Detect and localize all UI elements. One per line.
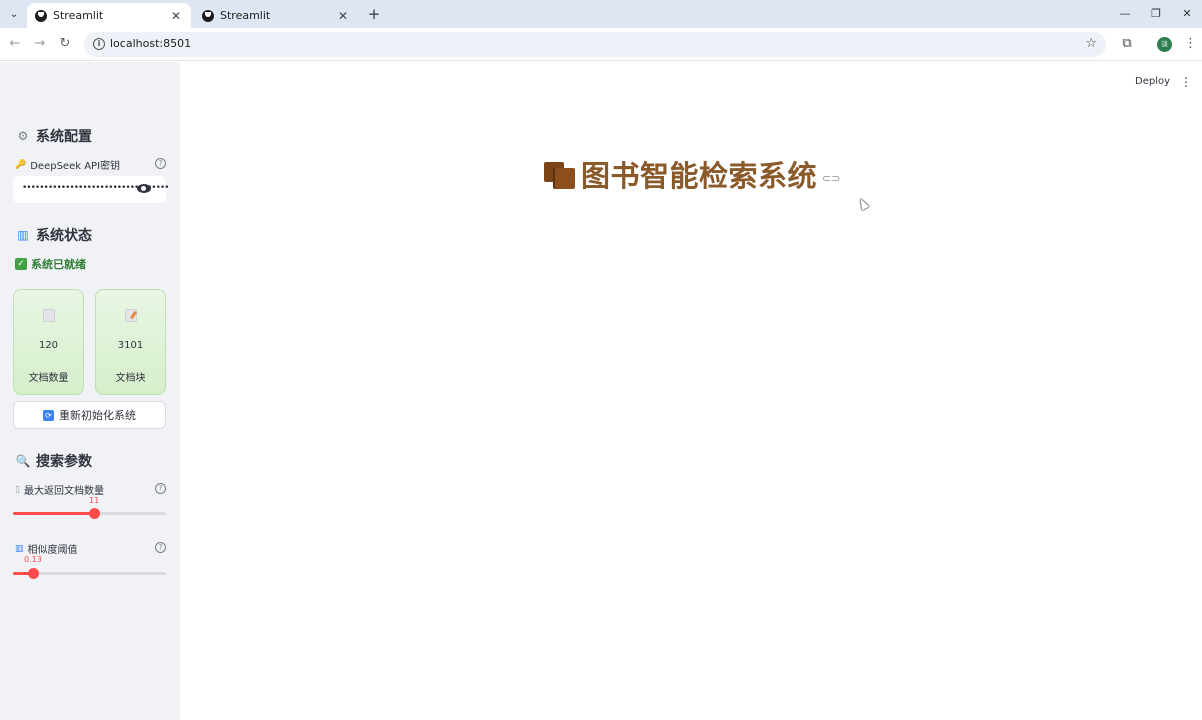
status-section-title: ▥ 系统状态 bbox=[15, 225, 92, 245]
config-title-text: 系统配置 bbox=[36, 129, 92, 145]
similarity-slider-value: 0.13 bbox=[23, 555, 42, 564]
anchor-link-icon[interactable]: ⊂⊃ bbox=[822, 172, 840, 185]
search-params-title-text: 搜索参数 bbox=[36, 454, 92, 470]
document-icon: ▯ bbox=[15, 484, 20, 495]
streamlit-favicon-icon bbox=[202, 9, 214, 22]
show-password-eye-icon[interactable] bbox=[137, 184, 151, 193]
api-key-label: 🔑 DeepSeek API密钥 bbox=[15, 157, 121, 173]
gear-icon: ⚙ bbox=[17, 129, 29, 143]
reload-icon[interactable]: ↻ bbox=[57, 36, 73, 52]
bookmark-star-icon[interactable]: ☆ bbox=[1085, 36, 1097, 51]
window-restore-icon[interactable]: ❐ bbox=[1147, 5, 1165, 23]
max-docs-help-icon[interactable]: ? bbox=[155, 483, 166, 494]
back-arrow-icon[interactable]: ← bbox=[7, 36, 23, 52]
max-docs-label: ▯ 最大返回文档数量 bbox=[15, 482, 104, 498]
profile-avatar[interactable]: 淡 bbox=[1157, 37, 1172, 52]
forward-arrow-icon[interactable]: → bbox=[32, 36, 48, 52]
status-title-text: 系统状态 bbox=[36, 228, 92, 244]
similarity-help-icon[interactable]: ? bbox=[155, 542, 166, 553]
page-title: 图书智能检索系统 ⊂⊃ bbox=[544, 153, 840, 195]
similarity-label-text: 相似度阈值 bbox=[27, 545, 78, 556]
reinitialize-label: 重新初始化系统 bbox=[59, 409, 136, 422]
key-icon: 🔑 bbox=[15, 159, 27, 170]
max-docs-slider-thumb[interactable] bbox=[89, 508, 101, 519]
similarity-slider[interactable] bbox=[13, 568, 166, 579]
similarity-label: ▥ 相似度阈值 bbox=[15, 541, 78, 557]
new-tab-plus-icon[interactable]: + bbox=[366, 5, 382, 23]
browser-address-bar: ← → ↻ i localhost:8501 ☆ bbox=[0, 28, 1202, 61]
browser-menu-icon[interactable]: ⋮ bbox=[1184, 36, 1197, 52]
reinitialize-button[interactable]: ⟳ 重新初始化系统 bbox=[13, 401, 166, 429]
deploy-button[interactable]: Deploy bbox=[1135, 76, 1170, 87]
api-key-help-icon[interactable]: ? bbox=[155, 158, 166, 169]
metric-label: 文档数量 bbox=[28, 373, 69, 384]
max-docs-label-text: 最大返回文档数量 bbox=[23, 486, 104, 497]
bar-chart-icon: ▥ bbox=[15, 543, 24, 554]
tab-title: Streamlit bbox=[220, 9, 271, 22]
similarity-slider-thumb[interactable] bbox=[27, 568, 39, 579]
max-docs-slider[interactable] bbox=[13, 508, 166, 519]
page-title-text: 图书智能检索系统 bbox=[581, 159, 818, 193]
main-menu-icon[interactable]: ⋮ bbox=[1180, 75, 1192, 89]
extensions-puzzle-icon[interactable]: ⧉ bbox=[1119, 36, 1135, 52]
metric-card-chunks: 3101 文档块 bbox=[95, 289, 166, 395]
mouse-cursor-icon bbox=[856, 196, 870, 211]
browser-tab-1[interactable]: Streamlit ✕ bbox=[27, 3, 191, 28]
max-docs-slider-fill bbox=[13, 512, 95, 515]
ready-text: 系统已就绪 bbox=[31, 258, 86, 271]
tab-title: Streamlit bbox=[53, 9, 104, 22]
tab-close-icon[interactable]: ✕ bbox=[336, 9, 350, 23]
bar-chart-icon: ▥ bbox=[17, 228, 29, 242]
browser-tab-bar: ⌄ Streamlit ✕ Streamlit ✕ + — ❐ ✕ bbox=[0, 0, 1202, 28]
site-info-icon[interactable]: i bbox=[93, 38, 105, 50]
magnifier-icon: 🔍 bbox=[15, 454, 31, 468]
memo-icon bbox=[125, 309, 137, 322]
metric-label: 文档块 bbox=[115, 373, 146, 384]
refresh-icon: ⟳ bbox=[43, 409, 54, 421]
metric-value: 3101 bbox=[117, 340, 144, 351]
search-params-section-title: 🔍 搜索参数 bbox=[15, 451, 92, 471]
books-icon bbox=[544, 158, 577, 190]
config-section-title: ⚙ 系统配置 bbox=[15, 126, 92, 146]
tab-close-icon[interactable]: ✕ bbox=[169, 9, 183, 23]
max-docs-slider-value: 11 bbox=[88, 496, 100, 505]
window-minimize-icon[interactable]: — bbox=[1116, 5, 1134, 23]
browser-tab-2[interactable]: Streamlit ✕ bbox=[194, 3, 358, 28]
api-key-label-text: DeepSeek API密钥 bbox=[30, 161, 121, 172]
sidebar: ⚙ 系统配置 🔑 DeepSeek API密钥 ? ••••••••••••••… bbox=[0, 62, 180, 720]
url-input[interactable]: i localhost:8501 ☆ bbox=[84, 32, 1106, 57]
system-ready-status: ✓ 系统已就绪 bbox=[15, 256, 86, 272]
url-text: localhost:8501 bbox=[110, 37, 192, 50]
check-mark-icon: ✓ bbox=[15, 258, 27, 270]
tab-search-chevron-icon[interactable]: ⌄ bbox=[5, 5, 23, 23]
window-close-icon[interactable]: ✕ bbox=[1178, 5, 1196, 23]
document-icon bbox=[43, 309, 55, 322]
metric-value: 120 bbox=[38, 340, 59, 351]
streamlit-favicon-icon bbox=[35, 9, 47, 22]
metric-card-documents: 120 文档数量 bbox=[13, 289, 84, 395]
api-key-input[interactable]: •••••••••••••••••••••••••••••••••• bbox=[13, 176, 169, 203]
